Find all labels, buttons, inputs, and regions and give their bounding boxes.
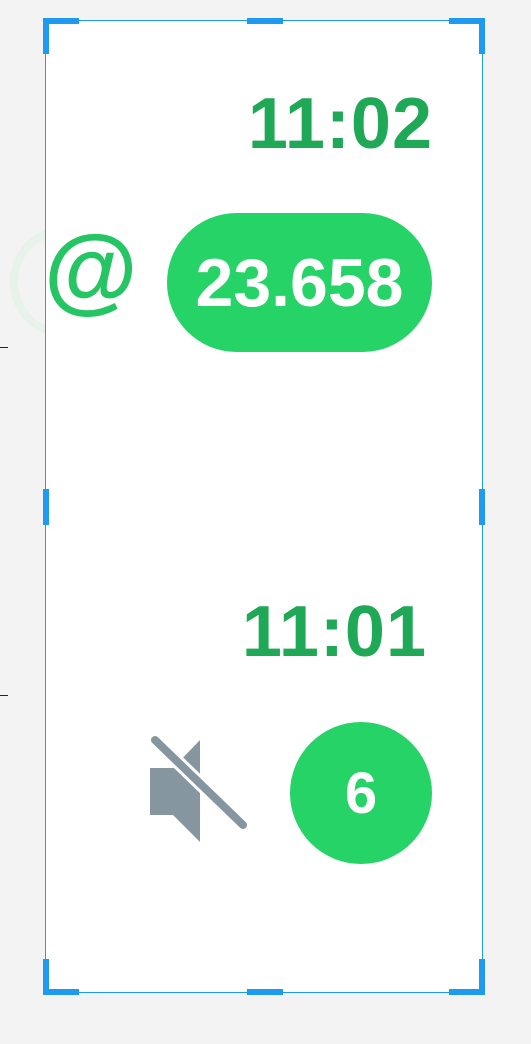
resize-handle-left[interactable] (43, 489, 49, 525)
chat-time: 11:01 (241, 592, 427, 672)
selection-box[interactable] (43, 18, 485, 995)
unread-badge: 6 (290, 722, 432, 864)
resize-handle-br[interactable] (479, 959, 485, 995)
resize-handle-bottom[interactable] (247, 989, 283, 995)
resize-handle-tl[interactable] (43, 18, 49, 54)
divider-mark (0, 695, 8, 696)
unread-badge: 23.658 (167, 213, 432, 352)
resize-handle-tr[interactable] (479, 18, 485, 54)
resize-handle-bl[interactable] (43, 959, 49, 995)
chat-time: 11:02 (247, 84, 433, 164)
resize-handle-right[interactable] (479, 489, 485, 525)
muted-speaker-icon (150, 735, 248, 842)
divider-mark (0, 347, 8, 348)
at-sign-icon: @ (44, 216, 138, 323)
resize-handle-top[interactable] (247, 18, 283, 24)
